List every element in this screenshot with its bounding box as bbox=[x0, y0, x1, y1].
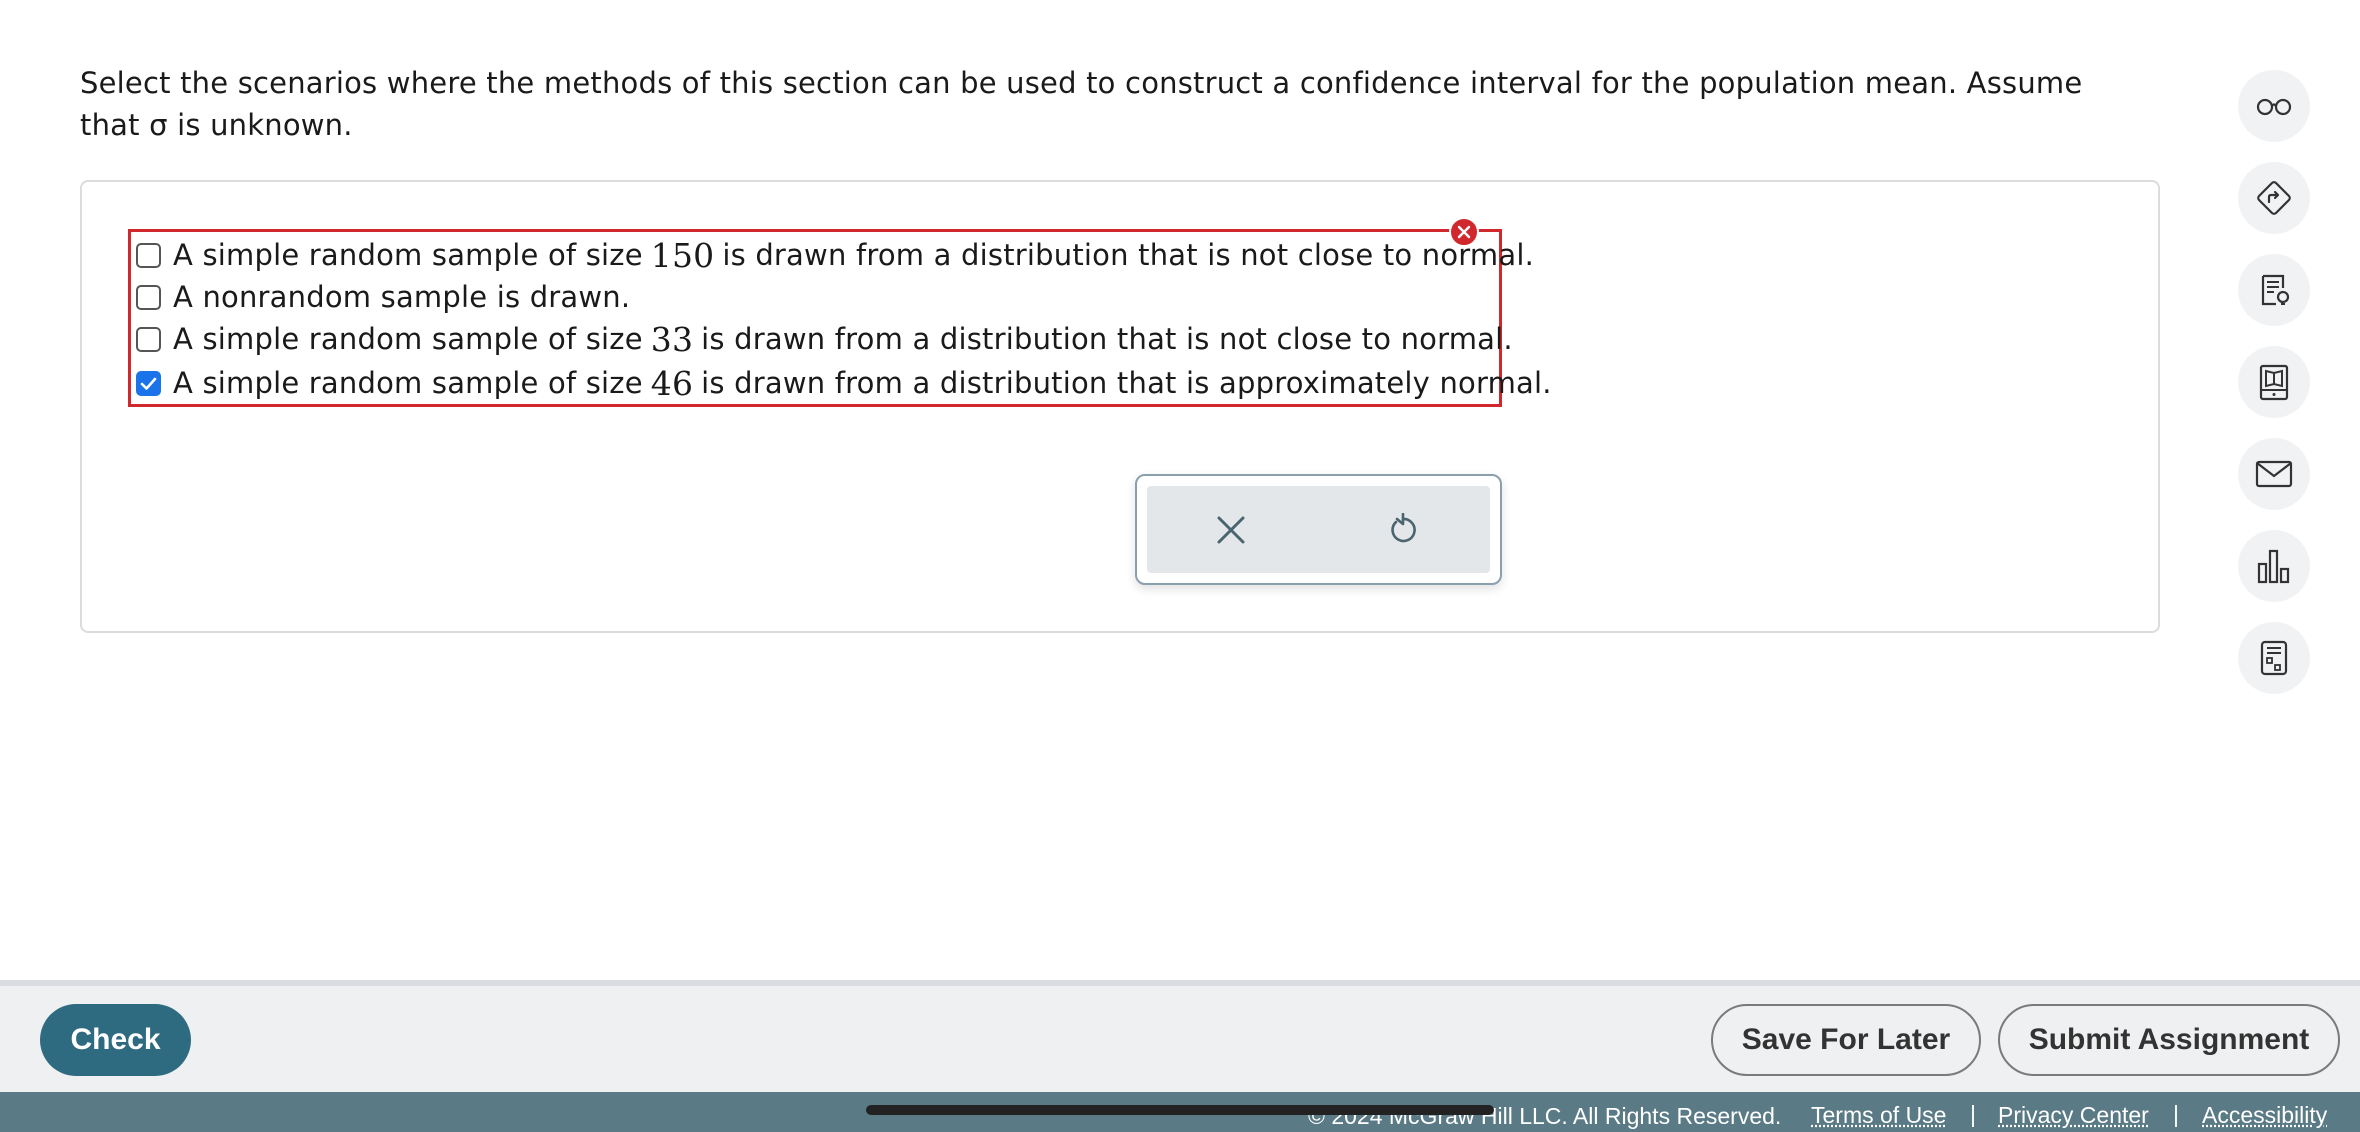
checkbox[interactable] bbox=[136, 326, 161, 352]
choice-option-3[interactable]: A simple random sample of size 33 is dra… bbox=[136, 318, 1513, 360]
read-aloud-button[interactable] bbox=[2238, 70, 2310, 142]
choice-text-post: is drawn from a distribution that is not… bbox=[722, 238, 1535, 272]
choice-text-post: is drawn from a distribution that is app… bbox=[701, 366, 1552, 400]
reset-answer-button[interactable] bbox=[1381, 508, 1425, 552]
question-text: Select the scenarios where the methods o… bbox=[80, 66, 2083, 142]
calculator-icon bbox=[2260, 640, 2288, 676]
sample-size: 150 bbox=[650, 235, 715, 275]
footer-separator: | bbox=[1970, 1101, 1976, 1127]
check-button[interactable]: Check bbox=[40, 1004, 191, 1076]
choice-option-2[interactable]: A nonrandom sample is drawn. bbox=[136, 276, 630, 318]
save-for-later-button[interactable]: Save For Later bbox=[1711, 1004, 1981, 1076]
sample-size: 33 bbox=[650, 319, 694, 359]
chart-icon bbox=[2257, 549, 2290, 584]
choice-text-pre: A simple random sample of size bbox=[173, 366, 643, 400]
choice-option-4[interactable]: A simple random sample of size 46 is dra… bbox=[136, 362, 1552, 404]
undo-icon bbox=[1391, 513, 1416, 543]
ask-instructor-button[interactable] bbox=[2238, 438, 2310, 510]
sample-size: 46 bbox=[650, 363, 694, 403]
mail-icon bbox=[2255, 460, 2293, 488]
clear-answer-button[interactable] bbox=[1209, 508, 1253, 552]
footer-separator: | bbox=[2173, 1101, 2179, 1127]
privacy-center-link[interactable]: Privacy Center bbox=[1998, 1102, 2149, 1129]
glasses-icon bbox=[2256, 98, 2292, 116]
choice-text-pre: A simple random sample of size bbox=[173, 322, 643, 356]
ebook-button[interactable] bbox=[2238, 346, 2310, 418]
terms-of-use-link[interactable]: Terms of Use bbox=[1811, 1102, 1946, 1129]
hint-icon bbox=[2261, 274, 2290, 306]
answer-tools-bar bbox=[1147, 486, 1490, 573]
close-icon bbox=[1217, 516, 1245, 544]
directions-icon bbox=[2257, 181, 2291, 215]
checkbox[interactable] bbox=[136, 284, 161, 310]
accessibility-link[interactable]: Accessibility bbox=[2202, 1102, 2327, 1129]
submit-assignment-button[interactable]: Submit Assignment bbox=[1998, 1004, 2340, 1076]
hint-button[interactable] bbox=[2238, 254, 2310, 326]
choice-text-pre: A simple random sample of size bbox=[173, 238, 643, 272]
choice-text-post: is drawn from a distribution that is not… bbox=[701, 322, 1513, 356]
checkbox-checked[interactable] bbox=[136, 370, 161, 396]
report-button[interactable] bbox=[2238, 530, 2310, 602]
incorrect-icon bbox=[1449, 217, 1479, 247]
directions-button[interactable] bbox=[2238, 162, 2310, 234]
choice-text-pre: A nonrandom sample is drawn. bbox=[173, 280, 631, 314]
calculator-button[interactable] bbox=[2238, 622, 2310, 694]
checkmark-icon bbox=[140, 377, 157, 390]
checkbox[interactable] bbox=[136, 242, 161, 268]
home-indicator bbox=[866, 1105, 1494, 1115]
choice-option-1[interactable]: A simple random sample of size 150 is dr… bbox=[136, 234, 1534, 276]
ebook-icon bbox=[2259, 364, 2289, 401]
answer-tools-popup bbox=[1135, 474, 1502, 585]
